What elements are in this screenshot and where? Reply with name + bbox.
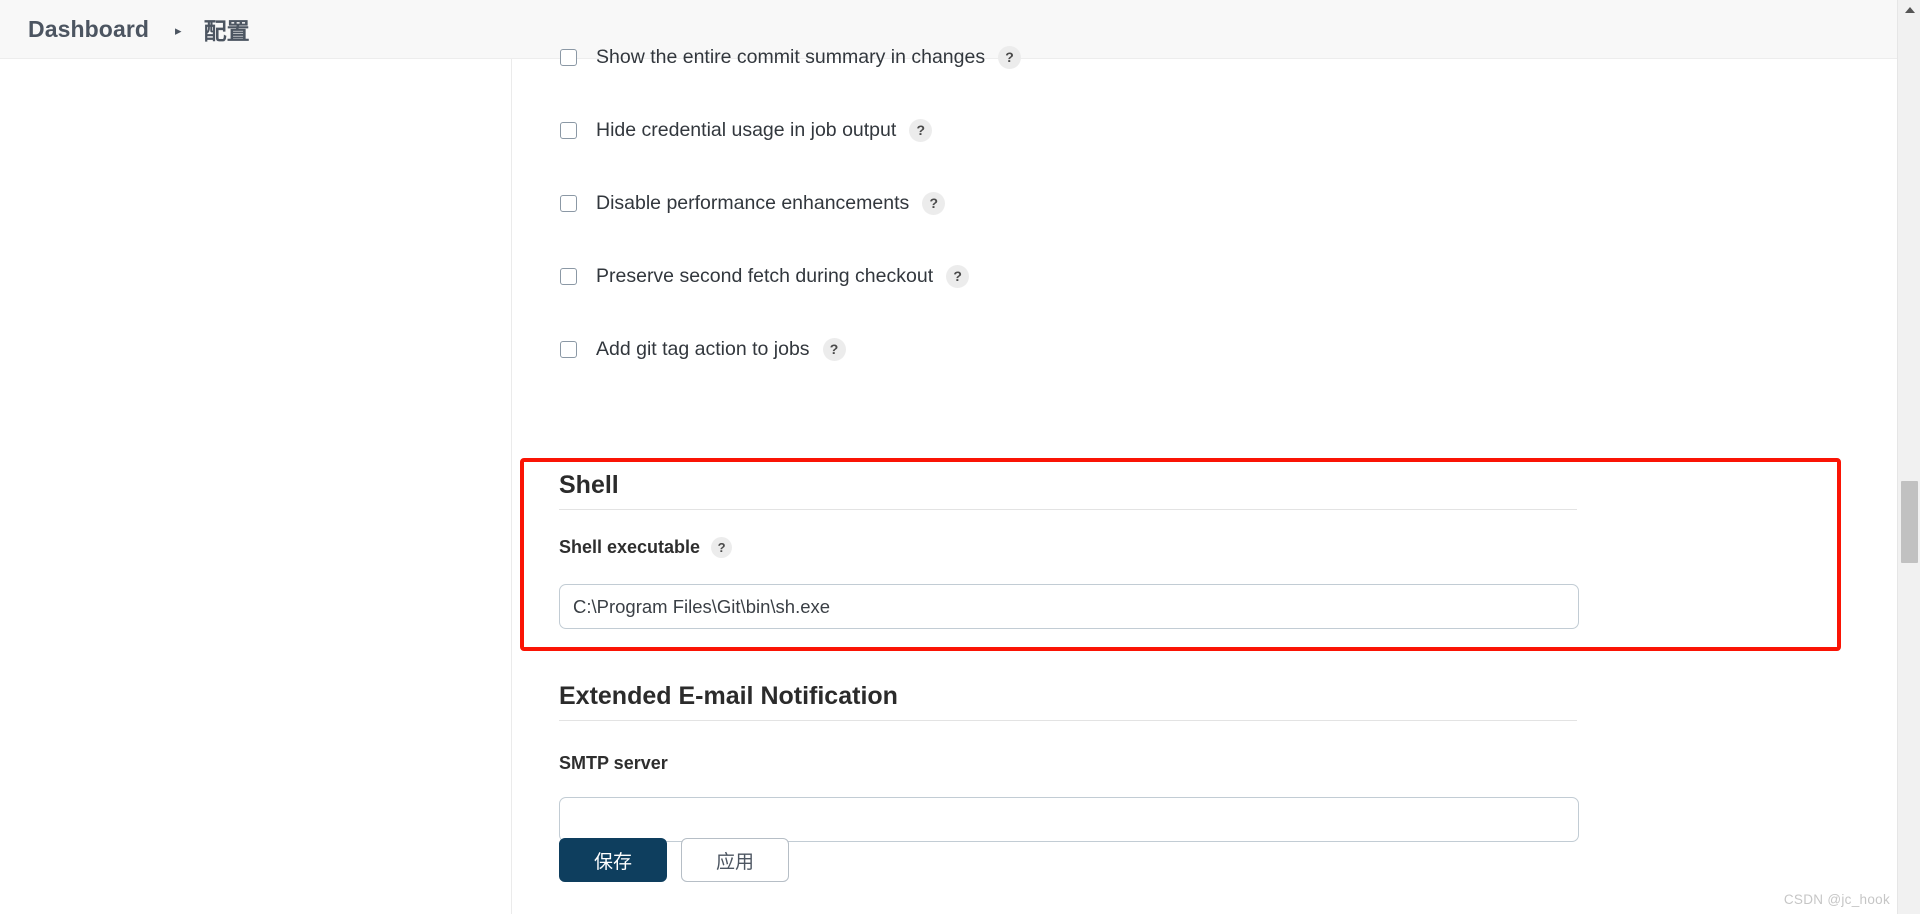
page-body: Show the entire commit summary in change… — [0, 45, 1897, 914]
checkbox-label: Disable performance enhancements — [596, 191, 910, 214]
page-root: Dashboard ▸ 配置 Show the entire commit su… — [0, 0, 1920, 914]
smtp-server-input[interactable] — [559, 797, 1579, 842]
checkbox-icon[interactable] — [560, 121, 577, 139]
checkbox-label: Add git tag action to jobs — [596, 337, 810, 360]
checkbox-row-add-git-tag-action[interactable]: Add git tag action to jobs ? — [560, 337, 846, 361]
page-scrollbar[interactable] — [1897, 0, 1920, 914]
smtp-server-label-group: SMTP server — [559, 753, 668, 774]
checkbox-label: Preserve second fetch during checkout — [596, 264, 934, 287]
section-title: Extended E-mail Notification — [559, 682, 898, 710]
breadcrumb-item-current[interactable]: 配置 — [204, 12, 250, 46]
help-icon[interactable]: ? — [998, 45, 1022, 69]
checkbox-row-show-commit-summary[interactable]: Show the entire commit summary in change… — [560, 45, 1022, 69]
save-button[interactable]: 保存 — [559, 838, 667, 882]
section-title: Shell — [559, 471, 619, 499]
field-label: Shell executable — [559, 537, 701, 557]
help-icon[interactable]: ? — [909, 118, 933, 142]
form-actions: 保存 应用 — [559, 838, 789, 882]
checkbox-label: Show the entire commit summary in change… — [596, 45, 986, 68]
section-shell-header: Shell — [559, 471, 1577, 510]
breadcrumb-separator-icon: ▸ — [175, 22, 182, 38]
checkbox-icon[interactable] — [560, 267, 577, 285]
shell-executable-input[interactable] — [559, 584, 1579, 629]
help-icon[interactable]: ? — [822, 337, 846, 361]
scrollbar-thumb[interactable] — [1901, 481, 1918, 563]
breadcrumb-item-dashboard[interactable]: Dashboard — [28, 16, 149, 43]
checkbox-icon[interactable] — [560, 340, 577, 358]
shell-executable-label-group: Shell executable ? — [559, 537, 733, 558]
checkbox-icon[interactable] — [560, 48, 577, 66]
checkbox-icon[interactable] — [560, 194, 577, 212]
checkbox-label: Hide credential usage in job output — [596, 118, 897, 141]
section-email-header: Extended E-mail Notification — [559, 682, 1577, 721]
settings-content: Show the entire commit summary in change… — [513, 45, 1897, 914]
help-icon[interactable]: ? — [946, 264, 970, 288]
field-label: SMTP server — [559, 753, 668, 773]
help-icon[interactable]: ? — [711, 537, 733, 558]
section-divider — [559, 509, 1577, 510]
watermark: CSDN @jc_hook — [1783, 892, 1890, 907]
left-gutter — [0, 59, 512, 914]
checkbox-row-disable-performance-enhancements[interactable]: Disable performance enhancements ? — [560, 191, 946, 215]
help-icon[interactable]: ? — [922, 191, 946, 215]
checkbox-row-preserve-second-fetch[interactable]: Preserve second fetch during checkout ? — [560, 264, 970, 288]
scroll-up-arrow-icon[interactable] — [1898, 0, 1920, 20]
section-divider — [559, 720, 1577, 721]
checkbox-row-hide-credential-usage[interactable]: Hide credential usage in job output ? — [560, 118, 933, 142]
apply-button[interactable]: 应用 — [681, 838, 789, 882]
